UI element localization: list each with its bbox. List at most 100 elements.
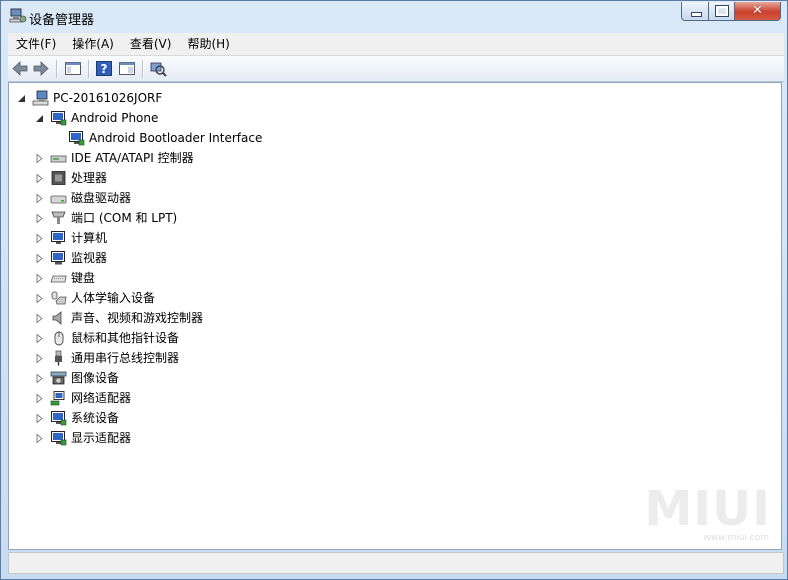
- network-icon: [50, 391, 65, 406]
- title-bar[interactable]: 设备管理器 ✕: [1, 1, 787, 33]
- tree-item-android-bootloader-interface[interactable]: Android Bootloader Interface: [68, 128, 388, 148]
- speaker-icon: [52, 311, 62, 325]
- tree-item-display-adapters[interactable]: 显示适配器: [35, 428, 335, 448]
- tree-item-usb-controllers[interactable]: 通用串行总线控制器: [35, 348, 335, 368]
- monitor-icon: [51, 111, 67, 126]
- keyboard-icon: [50, 275, 67, 283]
- back-arrow-icon[interactable]: [11, 60, 29, 77]
- svg-text:?: ?: [101, 62, 108, 76]
- expand-arrow-icon[interactable]: [35, 354, 44, 363]
- help-icon[interactable]: ?: [95, 60, 113, 77]
- toolbar-separator: [88, 60, 90, 78]
- expand-arrow-icon[interactable]: [35, 194, 44, 203]
- tree-item-hid[interactable]: 人体学输入设备: [35, 288, 335, 308]
- tree-item-label: 端口 (COM 和 LPT): [71, 211, 178, 225]
- menu-view[interactable]: 查看(V): [122, 33, 180, 55]
- toolbar-separator: [56, 60, 58, 78]
- tree-item-imaging-devices[interactable]: 图像设备: [35, 368, 335, 388]
- expand-arrow-icon[interactable]: [35, 334, 44, 343]
- usb-icon: [55, 350, 62, 366]
- tree-item-keyboards[interactable]: 键盘: [35, 268, 335, 288]
- tree-item-network-adapters[interactable]: 网络适配器: [35, 388, 335, 408]
- tree-item-computer[interactable]: 计算机: [35, 228, 335, 248]
- maximize-button[interactable]: [709, 2, 735, 21]
- camera-icon: [50, 371, 67, 385]
- expand-arrow-icon[interactable]: [35, 394, 44, 403]
- miui-watermark-site: www.miui.com: [703, 533, 769, 543]
- expand-arrow-icon[interactable]: [35, 214, 44, 223]
- expand-arrow-icon[interactable]: [35, 434, 44, 443]
- device-manager-window: 设备管理器 ✕ 文件(F) 操作(A) 查看(V) 帮助(H) ? PC-201…: [0, 0, 788, 580]
- expand-arrow-icon[interactable]: [35, 274, 44, 283]
- computer-icon: [51, 231, 65, 244]
- collapse-arrow-icon[interactable]: [17, 94, 26, 103]
- show-hide-console-tree-icon[interactable]: [64, 60, 82, 77]
- tree-item-label: Android Phone: [71, 111, 159, 125]
- tree-item-label: IDE ATA/ATAPI 控制器: [71, 151, 194, 165]
- hid-icon: [51, 291, 67, 305]
- processor-icon: [51, 171, 66, 185]
- tree-item-label: 通用串行总线控制器: [71, 351, 180, 365]
- close-icon: ✕: [752, 3, 763, 18]
- tree-item-label: PC-20161026JORF: [53, 91, 163, 105]
- drive-controller-icon: [50, 155, 67, 163]
- tree-item-label: 监视器: [71, 251, 108, 265]
- tree-item-label: 人体学输入设备: [71, 291, 156, 305]
- tree-item-label: 网络适配器: [71, 391, 132, 405]
- scan-hardware-changes-icon[interactable]: [149, 60, 167, 77]
- properties-icon[interactable]: [118, 60, 136, 77]
- close-button[interactable]: ✕: [735, 2, 781, 21]
- tree-item-android-phone[interactable]: Android Phone: [35, 108, 335, 128]
- tree-item-disk-drives[interactable]: 磁盘驱动器: [35, 188, 335, 208]
- expand-arrow-icon[interactable]: [35, 314, 44, 323]
- miui-watermark: MIUI: [644, 481, 771, 537]
- computer-icon: [32, 90, 49, 106]
- tree-item-label: 声音、视频和游戏控制器: [71, 311, 204, 325]
- expand-arrow-icon[interactable]: [35, 374, 44, 383]
- tree-item-root[interactable]: PC-20161026JORF: [17, 88, 317, 108]
- expand-arrow-icon[interactable]: [35, 174, 44, 183]
- status-bar: [8, 552, 784, 574]
- tree-item-label: Android Bootloader Interface: [89, 131, 263, 145]
- device-manager-icon: [9, 8, 27, 23]
- expand-arrow-icon[interactable]: [35, 294, 44, 303]
- expand-arrow-icon[interactable]: [35, 234, 44, 243]
- menu-action[interactable]: 操作(A): [64, 33, 122, 55]
- monitor-icon: [69, 131, 85, 146]
- menu-file[interactable]: 文件(F): [8, 33, 64, 55]
- tree-item-label: 鼠标和其他指针设备: [71, 331, 180, 345]
- tree-item-label: 键盘: [71, 271, 96, 285]
- tree-item-label: 计算机: [71, 231, 108, 245]
- tree-item-ports[interactable]: 端口 (COM 和 LPT): [35, 208, 335, 228]
- tree-item-label: 图像设备: [71, 371, 120, 385]
- tree-item-label: 处理器: [71, 171, 108, 185]
- menu-help[interactable]: 帮助(H): [179, 33, 237, 55]
- tree-item-monitors[interactable]: 监视器: [35, 248, 335, 268]
- disk-drive-icon: [50, 195, 67, 204]
- tree-item-sound-video-game[interactable]: 声音、视频和游戏控制器: [35, 308, 335, 328]
- expand-arrow-icon[interactable]: [35, 154, 44, 163]
- monitor-icon: [51, 251, 65, 265]
- tree-item-label: 系统设备: [71, 411, 120, 425]
- tree-item-mice[interactable]: 鼠标和其他指针设备: [35, 328, 335, 348]
- tree-item-label: 磁盘驱动器: [71, 191, 132, 205]
- toolbar: ?: [8, 56, 784, 82]
- tree-item-ide-controller[interactable]: IDE ATA/ATAPI 控制器: [35, 148, 335, 168]
- toolbar-separator: [142, 60, 144, 78]
- mouse-icon: [54, 331, 64, 346]
- expand-arrow-icon[interactable]: [35, 414, 44, 423]
- window-title: 设备管理器: [29, 13, 95, 28]
- tree-item-label: 显示适配器: [71, 431, 132, 445]
- caption-buttons: ✕: [681, 2, 781, 22]
- menu-bar: 文件(F) 操作(A) 查看(V) 帮助(H): [8, 33, 784, 56]
- system-device-icon: [51, 411, 67, 426]
- tree-item-processor[interactable]: 处理器: [35, 168, 335, 188]
- minimize-button[interactable]: [681, 2, 709, 21]
- collapse-arrow-icon[interactable]: [35, 114, 44, 123]
- display-adapter-icon: [51, 431, 67, 446]
- device-tree[interactable]: PC-20161026JORF Android Phone Android Bo…: [8, 82, 782, 550]
- tree-item-system-devices[interactable]: 系统设备: [35, 408, 335, 428]
- expand-arrow-icon[interactable]: [35, 254, 44, 263]
- forward-arrow-icon[interactable]: [32, 60, 50, 77]
- port-icon: [51, 211, 66, 224]
